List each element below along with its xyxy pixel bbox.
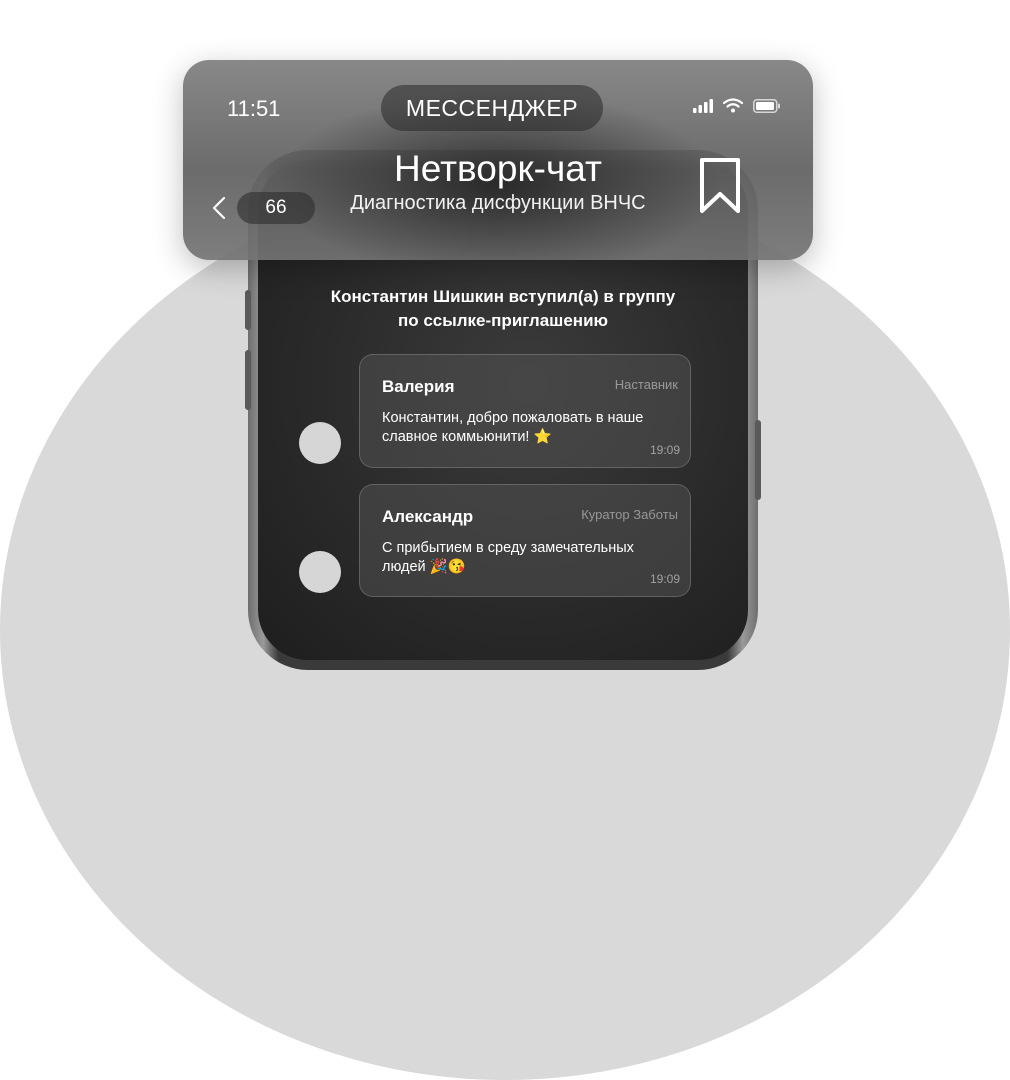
phone-side-button — [245, 290, 251, 330]
message-bubble[interactable]: Александр Куратор Заботы С прибытием в с… — [359, 484, 691, 597]
sender-name[interactable]: Александр — [382, 507, 473, 527]
status-icons — [693, 98, 781, 113]
phone-side-button — [245, 350, 251, 410]
sender-role: Наставник — [614, 377, 678, 392]
message-time: 19:09 — [649, 443, 680, 457]
sender-name[interactable]: Валерия — [382, 377, 455, 397]
back-button[interactable]: 66 — [211, 192, 321, 226]
message-text: С прибытием в среду замечательных людей … — [382, 540, 634, 575]
avatar[interactable] — [299, 551, 341, 593]
avatar[interactable] — [299, 422, 341, 464]
unread-count: 66 — [265, 197, 287, 218]
bookmark-icon[interactable] — [698, 156, 742, 216]
chevron-left-icon[interactable] — [211, 192, 227, 224]
system-message-line: по ссылке-приглашению — [397, 311, 609, 330]
message-text: Константин, добро пожаловать в наше слав… — [382, 410, 644, 445]
system-message: Константин Шишкин вступил(а) в группу по… — [258, 285, 748, 333]
message-time: 19:09 — [649, 572, 680, 586]
wifi-icon — [723, 98, 743, 113]
battery-icon — [753, 98, 780, 113]
unread-count-badge[interactable]: 66 — [237, 192, 315, 224]
message-bubble[interactable]: Валерия Наставник Константин, добро пожа… — [359, 354, 691, 468]
chat-header: 11:51 МЕССЕНДЖЕР Нетворк-чат Диагностика… — [183, 60, 813, 260]
sender-role: Куратор Заботы — [581, 507, 678, 522]
app-label-pill: МЕССЕНДЖЕР — [381, 85, 603, 131]
system-message-line: Константин Шишкин вступил(а) в группу — [330, 287, 676, 306]
status-time: 11:51 — [227, 96, 281, 121]
app-label: МЕССЕНДЖЕР — [405, 94, 579, 121]
phone-side-button — [755, 420, 761, 500]
signal-bars-icon — [693, 98, 713, 113]
